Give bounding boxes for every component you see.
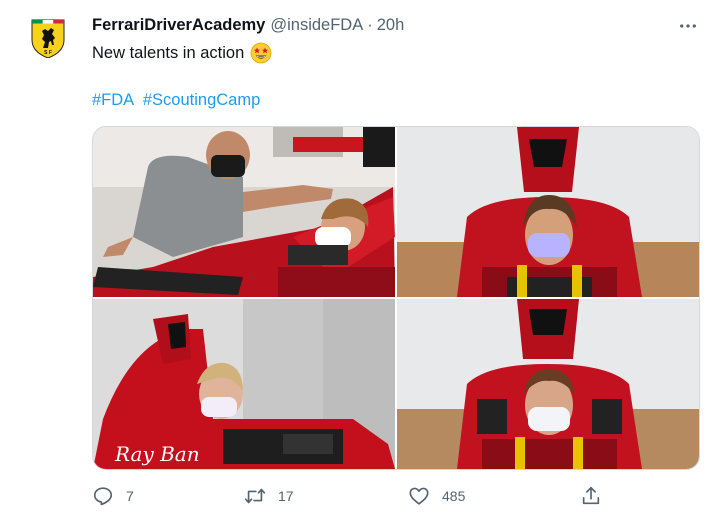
like-button[interactable]: 485 [408, 482, 465, 510]
share-icon [582, 486, 600, 505]
tweet-text: New talents in action [92, 42, 272, 64]
tweet-actions: 7 17 485 [92, 482, 612, 510]
svg-text:S F: S F [44, 50, 52, 56]
display-name[interactable]: FerrariDriverAcademy [92, 16, 265, 35]
heart-icon [409, 487, 429, 505]
like-count: 485 [442, 488, 466, 504]
hashtag-scoutingcamp[interactable]: #ScoutingCamp [143, 91, 260, 109]
hashtag-fda[interactable]: #FDA [92, 91, 133, 109]
tweet-text-content: New talents in action [92, 43, 245, 62]
retweet-icon [244, 488, 266, 504]
photo-instructor-and-driver-at-simulator[interactable] [93, 127, 395, 297]
share-button[interactable] [580, 482, 602, 510]
star-struck-emoji-icon [250, 42, 272, 64]
timestamp[interactable]: 20h [377, 16, 405, 35]
media-grid: Ray Ban [92, 126, 700, 470]
photo-driver-in-car-side-view[interactable]: Ray Ban [93, 299, 395, 469]
user-handle[interactable]: @insideFDA [270, 16, 363, 35]
reply-count: 7 [126, 488, 134, 504]
ferrari-prancing-horse-logo: S F [31, 19, 65, 59]
avatar[interactable]: S F [28, 18, 68, 59]
photo-driver-in-cockpit-front-view-2[interactable] [397, 299, 699, 469]
photo-driver-in-cockpit-front-view[interactable] [397, 127, 699, 297]
reply-button[interactable]: 7 [92, 482, 134, 510]
tweet-header: FerrariDriverAcademy @insideFDA · 20h [92, 16, 404, 38]
svg-text:Ray Ban: Ray Ban [114, 442, 200, 466]
retweet-button[interactable]: 17 [244, 482, 294, 510]
retweet-count: 17 [278, 488, 294, 504]
tweet[interactable]: S F FerrariDriverAcademy @insideFDA · 20… [0, 0, 717, 522]
separator-dot: · [367, 16, 373, 34]
more-horizontal-icon[interactable] [677, 16, 699, 36]
hashtags: #FDA #ScoutingCamp [92, 91, 260, 110]
reply-icon [93, 487, 113, 506]
